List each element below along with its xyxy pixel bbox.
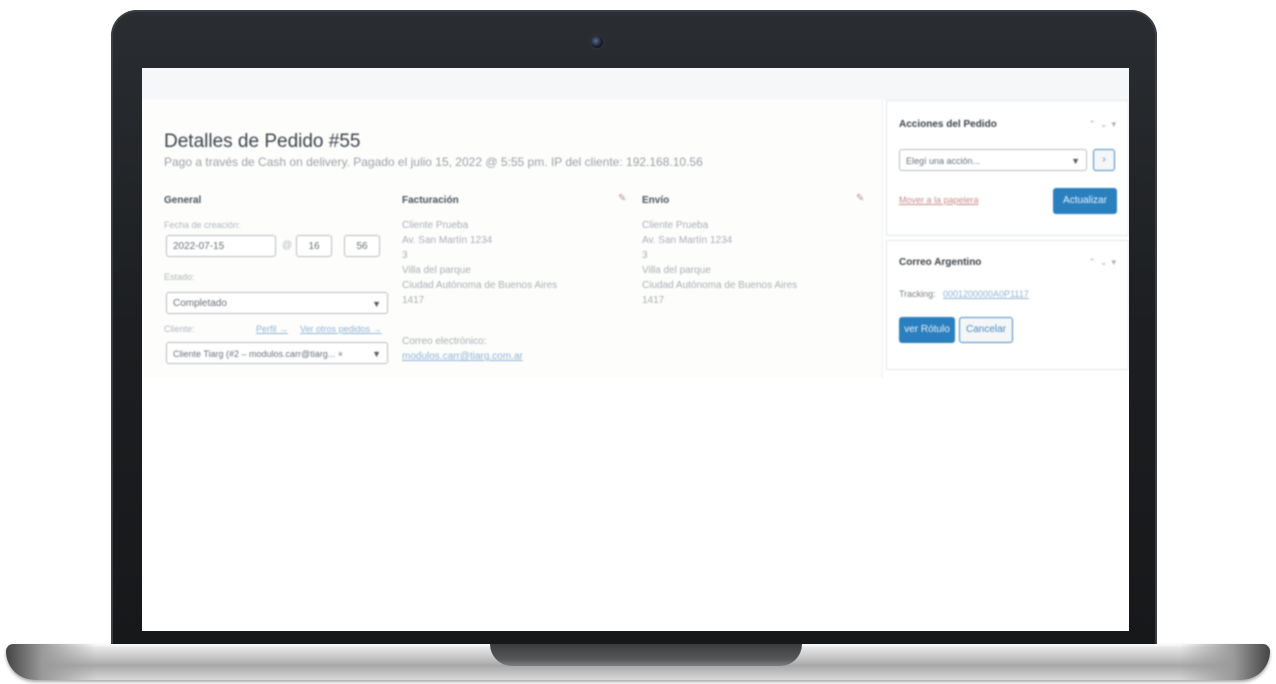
tracking-number-link[interactable]: 0001200000A0P1117 [943, 287, 1029, 302]
customer-other-orders-link[interactable]: Ver otros pedidos → [300, 324, 382, 334]
status-select[interactable]: Completado ▼ [166, 292, 388, 314]
shipping-line: Av. San Martín 1234 [642, 235, 733, 246]
billing-line: 1417 [402, 295, 425, 306]
shipping-line: Cliente Prueba [642, 220, 709, 231]
billing-line: Cliente Prueba [402, 220, 469, 231]
order-action-select[interactable]: Elegí una acción... ▼ [899, 149, 1087, 171]
order-action-select-value: Elegí una acción... [906, 156, 981, 166]
laptop-base-edge-left [6, 644, 96, 680]
status-select-value: Completado [173, 298, 227, 309]
order-actions-box: Acciones del Pedido ⌃⌄▾ Elegí una acción… [886, 100, 1129, 236]
laptop-notch [490, 644, 802, 666]
shipping-address: Cliente Prueba Av. San Martín 1234 3 Vil… [642, 218, 797, 308]
customer-profile-link[interactable]: Perfil → [256, 324, 288, 334]
customer-select-value: Cliente Tiarg (#2 – modulos.carr@tiarg..… [173, 349, 343, 359]
shipping-line: Villa del parque [642, 265, 711, 276]
apply-action-button[interactable]: › [1093, 149, 1115, 171]
order-minute-input[interactable]: 56 [344, 235, 380, 257]
laptop-screen: Detalles de Pedido #55 Pago a través de … [142, 68, 1129, 631]
correo-argentino-title: Correo Argentino [899, 257, 982, 268]
tracking-label: Tracking: [899, 289, 936, 299]
billing-line: Av. San Martín 1234 [402, 235, 493, 246]
box-toggle-icon[interactable]: ⌃⌄▾ [1088, 257, 1120, 268]
chevron-down-icon: ▼ [1071, 156, 1080, 166]
shipping-heading: Envío [642, 195, 670, 206]
billing-email-label: Correo electrónico: [402, 336, 487, 347]
general-heading: General [164, 195, 202, 206]
chevron-down-icon: ▼ [372, 299, 381, 309]
view-label-button[interactable]: ver Rótulo [899, 317, 955, 343]
shipping-line: 1417 [642, 295, 665, 306]
billing-line: Villa del parque [402, 265, 471, 276]
billing-address: Cliente Prueba Av. San Martín 1234 3 Vil… [402, 218, 557, 308]
customer-label: Cliente: [164, 324, 195, 334]
order-date-input[interactable]: 2022-07-15 [166, 235, 276, 257]
laptop-base-edge-right [1180, 644, 1270, 680]
cancel-shipment-button[interactable]: Cancelar [959, 317, 1013, 343]
edit-shipping-pencil-icon[interactable]: ✎ [856, 193, 864, 204]
billing-line: 3 [402, 250, 408, 261]
chevron-down-icon: ▼ [372, 349, 381, 359]
billing-line: Ciudad Autónoma de Buenos Aires [402, 280, 558, 291]
move-to-trash-link[interactable]: Mover a la papelera [899, 193, 979, 208]
order-actions-title: Acciones del Pedido [899, 119, 997, 130]
created-date-label: Fecha de creación: [164, 220, 241, 230]
correo-argentino-box: Correo Argentino ⌃⌄▾ Tracking: 000120000… [886, 240, 1129, 370]
order-title: Detalles de Pedido #55 [164, 131, 361, 152]
edit-billing-pencil-icon[interactable]: ✎ [618, 193, 626, 204]
shipping-line: 3 [642, 250, 648, 261]
webcam-icon [591, 36, 603, 48]
shipping-line: Ciudad Autónoma de Buenos Aires [642, 280, 798, 291]
billing-heading: Facturación [402, 195, 459, 206]
customer-select[interactable]: Cliente Tiarg (#2 – modulos.carr@tiarg..… [166, 342, 388, 364]
order-data-panel: Detalles de Pedido #55 Pago a través de … [144, 100, 883, 378]
update-order-button[interactable]: Actualizar [1053, 188, 1117, 214]
order-hour-input[interactable]: 16 [296, 235, 332, 257]
at-symbol: @ [282, 240, 293, 251]
admin-top-band [142, 68, 1129, 100]
order-edit-content: Detalles de Pedido #55 Pago a través de … [142, 100, 1129, 378]
status-label: Estado: [164, 272, 195, 282]
billing-email-link[interactable]: modulos.carr@tiarg.com.ar [402, 349, 523, 364]
order-subtitle: Pago a través de Cash on delivery. Pagad… [164, 155, 703, 169]
box-toggle-icon[interactable]: ⌃⌄▾ [1088, 119, 1120, 130]
